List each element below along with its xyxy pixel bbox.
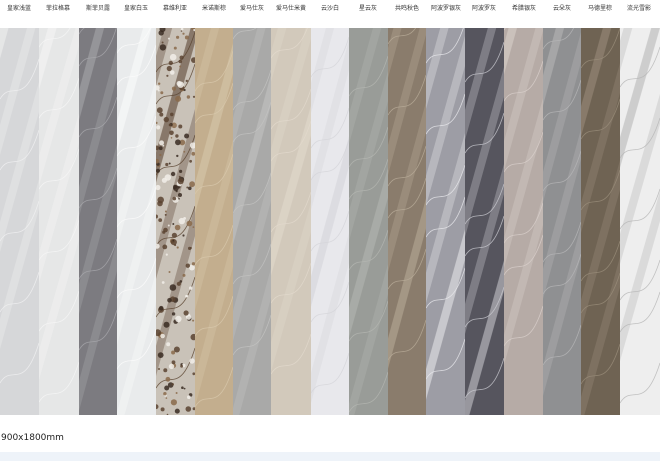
marble-swatch — [620, 28, 660, 415]
marble-swatch — [39, 28, 79, 415]
swatch-label: 爱马仕米黄 — [275, 5, 306, 12]
swatch-label: 星云灰 — [358, 5, 377, 12]
swatch-label: 希腊银灰 — [511, 5, 536, 12]
marble-swatch — [426, 28, 465, 415]
swatch-label: 云沙白 — [320, 5, 339, 12]
marble-swatch — [388, 28, 426, 415]
marble-swatch — [271, 28, 311, 415]
swatch-label: 米诺斯棕 — [201, 5, 226, 12]
size-caption: 900x1800mm — [1, 433, 64, 443]
swatch-label: 慕维利亚 — [162, 5, 187, 12]
marble-swatch — [117, 28, 156, 415]
marble-swatch — [349, 28, 388, 415]
marble-swatch-strips — [0, 28, 660, 415]
swatch-label: 阿波罗银灰 — [430, 5, 461, 12]
marble-swatch — [504, 28, 543, 415]
swatch-label-row: 皇家浅蓝 菲拉格慕 斯菲贝露 皇家白玉 慕维利亚 米诺斯棕 爱马仕灰 爱马仕米黄… — [0, 0, 660, 20]
marble-swatch — [581, 28, 620, 415]
swatch-label: 共鸣秋色 — [394, 5, 419, 12]
marble-swatch — [79, 28, 117, 415]
bottom-band — [0, 452, 660, 461]
marble-swatch — [233, 28, 271, 415]
marble-swatch — [311, 28, 349, 415]
marble-swatch — [543, 28, 581, 415]
swatch-label: 马德里棕 — [587, 5, 612, 12]
swatch-label: 皇家白玉 — [123, 5, 148, 12]
swatch-label: 阿波罗灰 — [471, 5, 496, 12]
swatch-label: 爱马仕灰 — [239, 5, 264, 12]
marble-swatch — [0, 28, 39, 415]
marble-swatch — [156, 28, 195, 415]
marble-swatch — [465, 28, 504, 415]
swatch-label: 皇家浅蓝 — [6, 5, 31, 12]
swatch-label: 菲拉格慕 — [45, 5, 70, 12]
swatch-label: 流光雪影 — [626, 5, 651, 12]
swatch-label: 云朵灰 — [552, 5, 571, 12]
marble-swatch — [195, 28, 233, 415]
swatch-label: 斯菲贝露 — [85, 5, 110, 12]
